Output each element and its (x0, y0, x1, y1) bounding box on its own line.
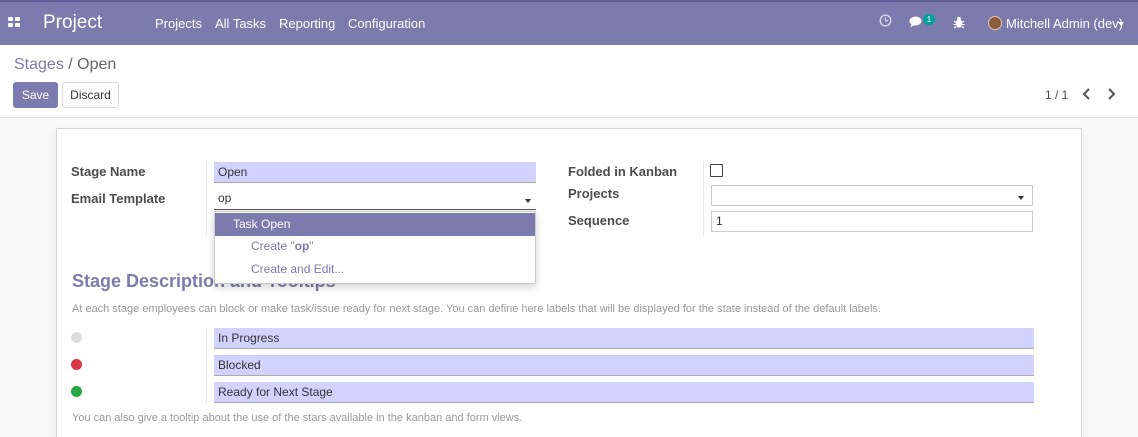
status-blocked-icon (71, 359, 82, 370)
projects-input[interactable] (711, 185, 1033, 206)
projects-label: Projects (568, 186, 620, 201)
label-divider-right (703, 161, 704, 236)
chat-icon[interactable] (909, 16, 923, 28)
breadcrumb-separator: / (68, 56, 73, 73)
legend-normal-input[interactable]: In Progress (214, 328, 1034, 349)
status-done-icon (71, 386, 82, 397)
create-prefix: Create " (251, 239, 295, 253)
user-menu[interactable]: Mitchell Admin (dev) (1006, 16, 1123, 31)
status-normal-icon (71, 332, 82, 343)
pager-previous-icon[interactable] (1080, 85, 1094, 103)
save-button[interactable]: Save (13, 82, 58, 108)
top-navbar: Project Projects All Tasks Reporting Con… (0, 0, 1138, 45)
notification-badge: 1 (923, 14, 935, 25)
pager-next-icon[interactable] (1104, 85, 1118, 103)
sequence-input[interactable]: 1 (711, 211, 1033, 232)
folded-checkbox[interactable] (710, 164, 723, 177)
stage-name-input[interactable]: Open (214, 162, 536, 183)
apps-grid-icon[interactable] (8, 17, 20, 27)
breadcrumb-stages-link[interactable]: Stages (14, 56, 64, 73)
sequence-label: Sequence (568, 213, 630, 228)
user-menu-caret-icon[interactable] (1118, 22, 1124, 26)
footer-help-text: You can also give a tooltip about the us… (72, 412, 523, 424)
section-help-text: At each stage employees can block or mak… (72, 303, 881, 315)
bug-icon[interactable] (953, 16, 965, 29)
app-brand[interactable]: Project (43, 12, 102, 34)
label-divider (206, 161, 207, 236)
control-panel: Stages / Open Save Discard 1 / 1 (0, 45, 1138, 118)
menu-reporting[interactable]: Reporting (279, 16, 335, 31)
legend-done-input[interactable]: Ready for Next Stage (214, 382, 1034, 403)
user-avatar[interactable] (988, 16, 1002, 30)
email-template-autocomplete: Task Open Create "op" Create and Edit... (214, 211, 536, 284)
autocomplete-create-edit-option[interactable]: Create and Edit... (215, 258, 535, 281)
create-term: op (294, 239, 310, 253)
discard-button[interactable]: Discard (62, 82, 119, 108)
autocomplete-option-task-open[interactable]: Task Open (215, 213, 535, 236)
stage-name-label: Stage Name (71, 164, 146, 179)
projects-dropdown-icon[interactable] (1018, 196, 1024, 200)
breadcrumb-current: Open (77, 56, 117, 73)
autocomplete-create-option[interactable]: Create "op" (215, 235, 535, 258)
pager-value[interactable]: 1 / 1 (1045, 88, 1068, 102)
create-suffix: " (309, 239, 314, 253)
status-label-divider (206, 328, 207, 404)
menu-configuration[interactable]: Configuration (348, 16, 425, 31)
email-template-label: Email Template (71, 191, 166, 206)
clock-icon[interactable] (879, 14, 892, 27)
breadcrumb: Stages / Open (14, 56, 116, 74)
menu-all-tasks[interactable]: All Tasks (215, 16, 266, 31)
email-template-dropdown-icon[interactable] (525, 199, 531, 203)
folded-label: Folded in Kanban (568, 164, 678, 179)
menu-projects[interactable]: Projects (155, 16, 202, 31)
email-template-input[interactable]: op (214, 189, 536, 210)
legend-blocked-input[interactable]: Blocked (214, 355, 1034, 376)
